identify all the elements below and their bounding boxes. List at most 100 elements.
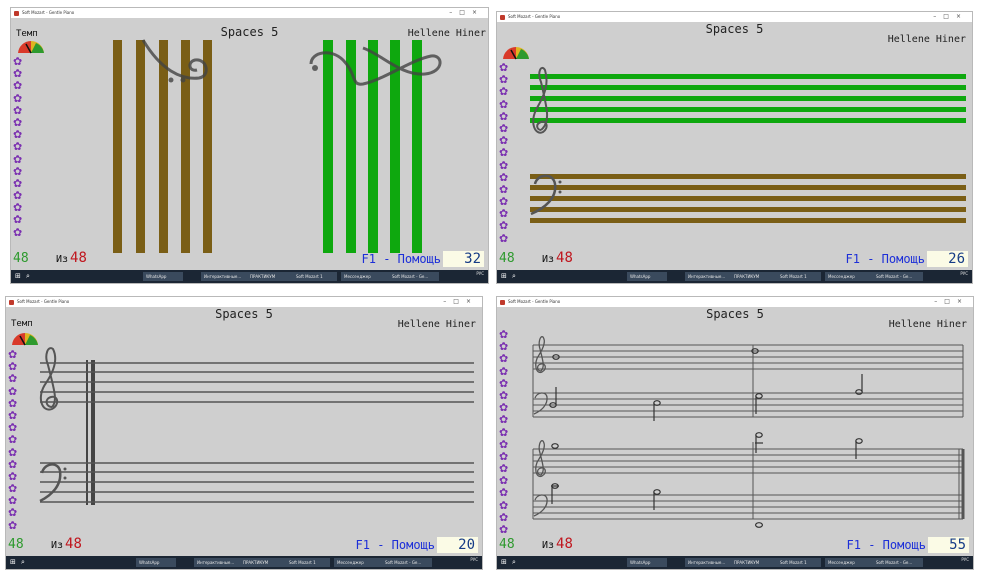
- bass-staff-lines: [40, 462, 474, 503]
- taskbar-item[interactable]: ПРАКТИКУМ: [247, 272, 295, 281]
- of-total: Из 48: [51, 536, 82, 552]
- help-hint: F1 - Помощь: [846, 538, 926, 552]
- taskbar-item[interactable]: Интерактивные...: [685, 558, 733, 567]
- taskbar-item[interactable]: Интерактивные...: [201, 272, 249, 281]
- flower-icon: ✿: [499, 219, 509, 233]
- flower-icon: ✿: [13, 213, 23, 227]
- flower-icon: ✿: [499, 364, 509, 378]
- system-1: [532, 344, 964, 418]
- green-horizontal-staff: [530, 74, 966, 123]
- help-hint: F1 - Помощь: [361, 252, 441, 266]
- flower-icon: ✿: [499, 97, 509, 111]
- taskbar: ⊞ ⌕ WhatsApp Интерактивные... ПРАКТИКУМ …: [497, 556, 973, 569]
- whole-note: [755, 522, 764, 528]
- taskbar-item[interactable]: Soft Mozart - Ge...: [873, 558, 923, 567]
- of-total: Из 48: [542, 250, 573, 266]
- taskbar-item[interactable]: Soft Mozart - Ge...: [873, 272, 923, 281]
- taskbar-item[interactable]: Soft Mozart - Ge...: [382, 558, 432, 567]
- bass-clef-icon: [141, 39, 208, 83]
- half-note: [653, 489, 661, 495]
- app-window-2: Soft Mozart - Gentle Piano –□× Spaces 5 …: [497, 12, 972, 283]
- half-note: [755, 432, 763, 438]
- taskbar-item[interactable]: WhatsApp: [627, 272, 667, 281]
- windows-start-icon[interactable]: ⊞: [501, 273, 508, 280]
- taskbar-item[interactable]: WhatsApp: [136, 558, 176, 567]
- flower-border: ✿ ✿ ✿ ✿ ✿ ✿ ✿ ✿ ✿ ✿ ✿ ✿ ✿ ✿ ✿: [499, 61, 509, 245]
- system-tray: РУС: [961, 557, 969, 563]
- half-note: [855, 389, 863, 395]
- taskbar-item[interactable]: WhatsApp: [143, 272, 183, 281]
- taskbar-item[interactable]: Soft Mozart 1: [777, 272, 821, 281]
- app-window-4: Soft Mozart - Gentle Piano –□× Spaces 5 …: [497, 297, 973, 569]
- flower-icon: ✿: [8, 433, 18, 447]
- flower-icon: ✿: [499, 486, 509, 500]
- brown-vertical-staff: [113, 40, 212, 253]
- flower-icon: ✿: [8, 518, 18, 532]
- flower-icon: ✿: [8, 384, 18, 398]
- flower-icon: ✿: [13, 140, 23, 154]
- flower-border: ✿ ✿ ✿ ✿ ✿ ✿ ✿ ✿ ✿ ✿ ✿ ✿ ✿ ✿ ✿: [13, 55, 23, 239]
- treble-clef-icon: [39, 347, 59, 411]
- half-note: [855, 438, 863, 444]
- total-count: 48: [70, 250, 87, 266]
- flower-icon: ✿: [8, 445, 18, 459]
- vertical-staff-canvas: [113, 39, 442, 253]
- windows-start-icon[interactable]: ⊞: [501, 559, 508, 566]
- taskbar-item[interactable]: Мессенджер: [825, 272, 875, 281]
- windows-start-icon[interactable]: ⊞: [10, 559, 17, 566]
- taskbar-item[interactable]: Интерактивные...: [685, 272, 733, 281]
- half-note: [755, 393, 763, 399]
- taskbar-item[interactable]: ПРАКТИКУМ: [731, 558, 779, 567]
- total-count: 48: [556, 536, 573, 552]
- taskbar-item[interactable]: Мессенджер: [341, 272, 391, 281]
- of-total: Из 48: [542, 536, 573, 552]
- flower-icon: ✿: [499, 146, 509, 160]
- flower-icon: ✿: [8, 372, 18, 386]
- system-1-clefs: [533, 336, 548, 415]
- search-icon[interactable]: ⌕: [512, 272, 516, 281]
- taskbar-item[interactable]: ПРАКТИКУМ: [240, 558, 288, 567]
- taskbar-item[interactable]: Soft Mozart 1: [777, 558, 821, 567]
- search-icon[interactable]: ⌕: [512, 558, 516, 567]
- system-tray: РУС: [960, 271, 968, 277]
- taskbar-item[interactable]: Мессенджер: [334, 558, 384, 567]
- of-label: Из: [51, 540, 64, 551]
- composer-name: Hellene Hiner: [888, 319, 967, 330]
- taskbar-item[interactable]: Мессенджер: [825, 558, 875, 567]
- taskbar-item[interactable]: Soft Mozart - Ge...: [389, 272, 439, 281]
- help-hint: F1 - Помощь: [355, 538, 435, 552]
- system-tray: РУС: [476, 271, 484, 277]
- flower-icon: ✿: [13, 91, 23, 105]
- flower-icon: ✿: [499, 523, 509, 536]
- flower-icon: ✿: [8, 506, 18, 520]
- composer-name: Hellene Hiner: [887, 34, 966, 45]
- flower-icon: ✿: [13, 152, 23, 166]
- of-total: Из 48: [56, 250, 87, 266]
- taskbar: ⊞ ⌕ WhatsApp Интерактивные... ПРАКТИКУМ …: [6, 556, 482, 569]
- windows-start-icon[interactable]: ⊞: [15, 273, 22, 280]
- taskbar-item[interactable]: Интерактивные...: [194, 558, 242, 567]
- treble-clef-icon: [535, 440, 546, 478]
- help-hint: F1 - Помощь: [845, 252, 925, 266]
- taskbar-item[interactable]: ПРАКТИКУМ: [731, 272, 779, 281]
- half-note: [551, 443, 559, 449]
- flower-border: ✿ ✿ ✿ ✿ ✿ ✿ ✿ ✿ ✿ ✿ ✿ ✿ ✿ ✿ ✿: [8, 348, 18, 532]
- search-icon[interactable]: ⌕: [26, 272, 30, 281]
- tempo-label: Темп: [16, 29, 38, 39]
- note-counter: 20: [437, 537, 478, 553]
- note-counter: 55: [928, 537, 969, 553]
- taskbar-item[interactable]: WhatsApp: [627, 558, 667, 567]
- search-icon[interactable]: ⌕: [21, 558, 25, 567]
- flower-icon: ✿: [499, 85, 509, 99]
- brown-horizontal-staff: [530, 174, 966, 223]
- taskbar: ⊞ ⌕ WhatsApp Интерактивные... ПРАКТИКУМ …: [497, 270, 972, 283]
- score-count: 48: [499, 251, 515, 266]
- system-2: [532, 442, 965, 520]
- system-2-clefs: [533, 440, 548, 517]
- flower-icon: ✿: [499, 413, 509, 427]
- taskbar-item[interactable]: Soft Mozart 1: [286, 558, 330, 567]
- language-indicator: РУС: [476, 271, 484, 276]
- taskbar-item[interactable]: Soft Mozart 1: [293, 272, 337, 281]
- flower-icon: ✿: [499, 231, 509, 245]
- taskbar: ⊞ ⌕ WhatsApp Интерактивные... ПРАКТИКУМ …: [11, 270, 488, 283]
